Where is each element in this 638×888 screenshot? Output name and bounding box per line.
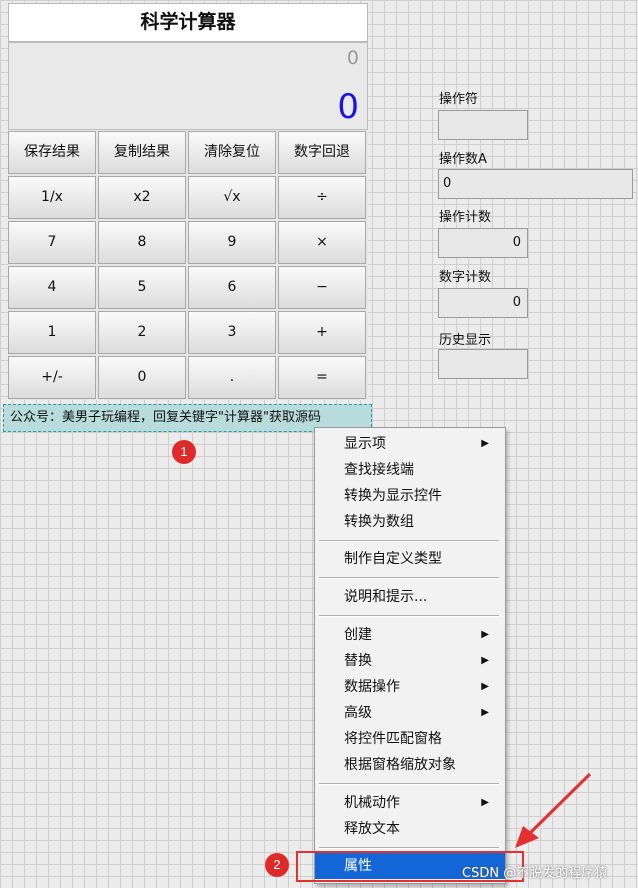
menu-item-label: 将控件匹配窗格 bbox=[344, 731, 442, 747]
digit-9-button[interactable]: 9 bbox=[188, 221, 276, 264]
menu-item-description-tip[interactable]: 说明和提示... bbox=[315, 584, 505, 610]
digit-count-indicator[interactable]: 0 bbox=[438, 288, 528, 318]
menu-item-label: 制作自定义类型 bbox=[344, 551, 442, 567]
menu-item-display-items[interactable]: 显示项 ▶ bbox=[315, 431, 505, 457]
copy-result-button[interactable]: 复制结果 bbox=[98, 131, 186, 174]
digit-0-button[interactable]: 0 bbox=[98, 356, 186, 399]
menu-item-label: 显示项 bbox=[344, 436, 386, 452]
decimal-point-button[interactable]: . bbox=[188, 356, 276, 399]
menu-item-release-text[interactable]: 释放文本 bbox=[315, 816, 505, 842]
submenu-arrow-icon: ▶ bbox=[481, 681, 489, 692]
divide-button[interactable]: ÷ bbox=[278, 176, 366, 219]
digit-2-button[interactable]: 2 bbox=[98, 311, 186, 354]
op-count-indicator[interactable]: 0 bbox=[438, 228, 528, 258]
sqrt-button[interactable]: √x bbox=[188, 176, 276, 219]
submenu-arrow-icon: ▶ bbox=[481, 629, 489, 640]
submenu-arrow-icon: ▶ bbox=[481, 797, 489, 808]
watermark: CSDN @不脱发的程序猿 bbox=[462, 866, 608, 881]
operator-label: 操作符 bbox=[439, 92, 479, 107]
history-label: 历史显示 bbox=[439, 333, 492, 348]
menu-item-label: 数据操作 bbox=[344, 679, 400, 695]
menu-separator bbox=[319, 577, 499, 579]
operator-indicator[interactable] bbox=[438, 110, 528, 140]
display-main: 0 bbox=[337, 87, 359, 127]
op-count-label: 操作计数 bbox=[439, 210, 492, 225]
menu-item-data-operations[interactable]: 数据操作 ▶ bbox=[315, 674, 505, 700]
digit-1-button[interactable]: 1 bbox=[8, 311, 96, 354]
menu-separator bbox=[319, 540, 499, 542]
clear-reset-button[interactable]: 清除复位 bbox=[188, 131, 276, 174]
menu-item-advanced[interactable]: 高级 ▶ bbox=[315, 700, 505, 726]
operand-a-label: 操作数A bbox=[439, 152, 487, 167]
menu-separator bbox=[319, 847, 499, 849]
annotation-badge-1: 1 bbox=[172, 440, 196, 464]
calculator-display: 0 0 bbox=[8, 42, 368, 130]
equals-button[interactable]: = bbox=[278, 356, 366, 399]
menu-item-scale-object-with-pane[interactable]: 根据窗格缩放对象 bbox=[315, 752, 505, 778]
add-button[interactable]: + bbox=[278, 311, 366, 354]
backspace-button[interactable]: 数字回退 bbox=[278, 131, 366, 174]
menu-item-label: 释放文本 bbox=[344, 821, 400, 837]
menu-item-label: 根据窗格缩放对象 bbox=[344, 757, 456, 773]
history-indicator[interactable] bbox=[438, 349, 528, 379]
menu-item-label: 转换为数组 bbox=[344, 514, 414, 530]
negate-button[interactable]: +/- bbox=[8, 356, 96, 399]
digit-5-button[interactable]: 5 bbox=[98, 266, 186, 309]
context-menu: 显示项 ▶ 查找接线端 转换为显示控件 转换为数组 制作自定义类型 说明和提示.… bbox=[314, 427, 506, 884]
menu-separator bbox=[319, 615, 499, 617]
save-result-button[interactable]: 保存结果 bbox=[8, 131, 96, 174]
display-secondary: 0 bbox=[346, 47, 359, 69]
menu-item-create[interactable]: 创建 ▶ bbox=[315, 622, 505, 648]
reciprocal-button[interactable]: 1/x bbox=[8, 176, 96, 219]
menu-item-make-type-def[interactable]: 制作自定义类型 bbox=[315, 546, 505, 572]
subtract-button[interactable]: − bbox=[278, 266, 366, 309]
annotation-arrow-icon bbox=[515, 772, 592, 848]
menu-item-label: 替换 bbox=[344, 653, 372, 669]
digit-6-button[interactable]: 6 bbox=[188, 266, 276, 309]
calculator-title: 科学计算器 bbox=[8, 3, 368, 42]
annotation-badge-2: 2 bbox=[265, 853, 289, 877]
submenu-arrow-icon: ▶ bbox=[481, 438, 489, 449]
digit-4-button[interactable]: 4 bbox=[8, 266, 96, 309]
calculator: 科学计算器 0 0 保存结果 复制结果 清除复位 数字回退 1/x x2 √x … bbox=[8, 3, 368, 400]
menu-item-label: 查找接线端 bbox=[344, 462, 414, 478]
digit-count-label: 数字计数 bbox=[439, 270, 492, 285]
menu-item-mechanical-action[interactable]: 机械动作 ▶ bbox=[315, 790, 505, 816]
menu-item-label: 说明和提示... bbox=[344, 589, 428, 605]
digit-3-button[interactable]: 3 bbox=[188, 311, 276, 354]
menu-item-change-to-indicator[interactable]: 转换为显示控件 bbox=[315, 483, 505, 509]
menu-item-change-to-array[interactable]: 转换为数组 bbox=[315, 509, 505, 535]
menu-item-replace[interactable]: 替换 ▶ bbox=[315, 648, 505, 674]
menu-item-label: 机械动作 bbox=[344, 795, 400, 811]
menu-separator bbox=[319, 783, 499, 785]
submenu-arrow-icon: ▶ bbox=[481, 707, 489, 718]
submenu-arrow-icon: ▶ bbox=[481, 655, 489, 666]
menu-item-label: 转换为显示控件 bbox=[344, 488, 442, 504]
digit-7-button[interactable]: 7 bbox=[8, 221, 96, 264]
operand-a-indicator[interactable]: 0 bbox=[438, 169, 633, 199]
digit-8-button[interactable]: 8 bbox=[98, 221, 186, 264]
square-button[interactable]: x2 bbox=[98, 176, 186, 219]
menu-item-label: 创建 bbox=[344, 627, 372, 643]
menu-item-label: 高级 bbox=[344, 705, 372, 721]
menu-item-find-terminal[interactable]: 查找接线端 bbox=[315, 457, 505, 483]
menu-item-fit-control-to-pane[interactable]: 将控件匹配窗格 bbox=[315, 726, 505, 752]
multiply-button[interactable]: × bbox=[278, 221, 366, 264]
